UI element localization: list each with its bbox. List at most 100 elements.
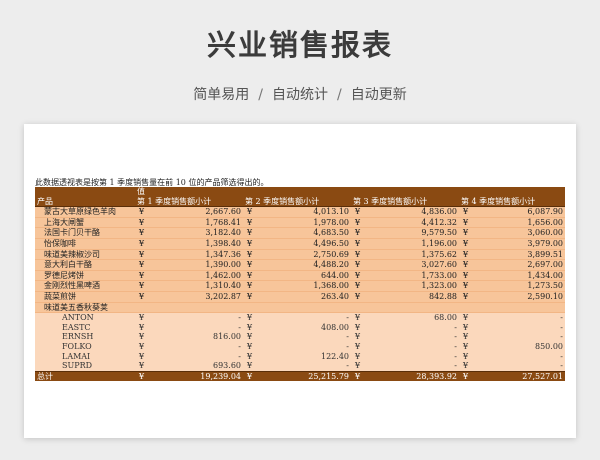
- currency-symbol: ¥: [351, 341, 367, 352]
- total-row: 总计 ¥19,239.04 ¥25,215.79 ¥28,393.92 ¥27,527.…: [35, 370, 565, 382]
- table-row: EASTC ¥ - ¥408.00 ¥ - ¥ -: [35, 322, 565, 333]
- sales-value: 6,087.90: [475, 206, 565, 218]
- currency-symbol: ¥: [243, 280, 259, 292]
- column-header: 第 1 季度销售额小计: [135, 196, 243, 208]
- currency-symbol: ¥: [243, 217, 259, 229]
- currency-symbol: ¥: [351, 351, 367, 362]
- currency-symbol: ¥: [459, 322, 475, 333]
- supplier-name: EASTC: [35, 322, 135, 333]
- sales-value: 693.60: [151, 361, 243, 372]
- sales-value: 1,768.41: [151, 217, 243, 229]
- currency-symbol: ¥: [135, 291, 151, 303]
- sales-value: 1,368.00: [259, 280, 351, 292]
- sales-value: 4,836.00: [367, 206, 459, 218]
- product-name: 蔬菜煎饼: [35, 291, 135, 303]
- currency-symbol: ¥: [351, 361, 367, 372]
- currency-symbol: ¥: [135, 370, 151, 382]
- currency-symbol: ¥: [135, 280, 151, 292]
- currency-symbol: ¥: [135, 361, 151, 372]
- total-value: 19,239.04: [151, 370, 243, 382]
- sales-value: 1,323.00: [367, 280, 459, 292]
- sales-value: -: [475, 312, 565, 323]
- table-row: 怡保咖啡 ¥1,398.40 ¥4,496.50 ¥1,196.00 ¥3,979.00: [35, 238, 565, 250]
- sales-value: 1,273.50: [475, 280, 565, 292]
- sales-value: -: [367, 332, 459, 342]
- currency-symbol: ¥: [351, 259, 367, 271]
- sales-value: 842.88: [367, 291, 459, 303]
- column-header: 第 2 季度销售额小计: [243, 196, 351, 208]
- sales-value: 68.00: [367, 312, 459, 323]
- currency-symbol: ¥: [351, 291, 367, 303]
- table-row: ERNSH ¥816.00 ¥ - ¥ - ¥ -: [35, 332, 565, 342]
- pivot-header-row-values: 值: [35, 187, 565, 197]
- currency-symbol: ¥: [459, 206, 475, 218]
- product-name: 意大利白干酪: [35, 259, 135, 271]
- table-row: 金刚烈性黑啤酒 ¥1,310.40 ¥1,368.00 ¥1,323.00 ¥1,273…: [35, 280, 565, 292]
- column-header: 第 4 季度销售额小计: [459, 196, 565, 208]
- sales-value: 1,398.40: [151, 238, 243, 250]
- table-row: 味道美五香秋葵荚: [35, 302, 565, 314]
- sales-value: 3,027.60: [367, 259, 459, 271]
- sales-value: 2,590.10: [475, 291, 565, 303]
- currency-symbol: ¥: [351, 217, 367, 229]
- sales-value: 4,013.10: [259, 206, 351, 218]
- currency-symbol: ¥: [135, 259, 151, 271]
- column-header: 第 3 季度销售额小计: [351, 196, 459, 208]
- sales-value: -: [475, 361, 565, 372]
- sales-value: 3,899.51: [475, 249, 565, 261]
- product-name: 上海大闸蟹: [35, 217, 135, 229]
- currency-symbol: ¥: [351, 280, 367, 292]
- table-row: FOLKO ¥ - ¥ - ¥ - ¥850.00: [35, 341, 565, 352]
- product-name: 法国卡门贝干酪: [35, 227, 135, 239]
- sales-value: 1,390.00: [151, 259, 243, 271]
- sales-value: -: [151, 312, 243, 323]
- currency-symbol: ¥: [243, 322, 259, 333]
- table-row: 蔬菜煎饼 ¥3,202.87 ¥263.40 ¥842.88 ¥2,590.10: [35, 291, 565, 303]
- sales-value: -: [475, 322, 565, 333]
- currency-symbol: ¥: [243, 206, 259, 218]
- currency-symbol: ¥: [135, 341, 151, 352]
- currency-symbol: ¥: [459, 238, 475, 250]
- table-row: SUPRD ¥693.60 ¥ - ¥ - ¥ -: [35, 361, 565, 372]
- sales-value: 1,462.00: [151, 270, 243, 282]
- supplier-name: SUPRD: [35, 361, 135, 372]
- currency-symbol: ¥: [135, 217, 151, 229]
- sales-value: 1,434.00: [475, 270, 565, 282]
- sales-value: -: [367, 341, 459, 352]
- total-value: 28,393.92: [367, 370, 459, 382]
- currency-symbol: ¥: [135, 270, 151, 282]
- report-subtitle: 简单易用 / 自动统计 / 自动更新: [0, 84, 600, 104]
- currency-symbol: ¥: [243, 259, 259, 271]
- sales-value: -: [151, 322, 243, 333]
- sales-value: 4,412.32: [367, 217, 459, 229]
- currency-symbol: ¥: [243, 238, 259, 250]
- currency-symbol: ¥: [459, 361, 475, 372]
- currency-symbol: ¥: [135, 322, 151, 333]
- currency-symbol: ¥: [459, 227, 475, 239]
- subtitle-item: 简单易用: [193, 87, 250, 103]
- currency-symbol: ¥: [459, 270, 475, 282]
- supplier-name: ANTON: [35, 312, 135, 323]
- currency-symbol: ¥: [459, 259, 475, 271]
- product-name: 味道美辣椒沙司: [35, 249, 135, 261]
- sales-value: 850.00: [475, 341, 565, 352]
- sales-value: -: [367, 351, 459, 362]
- table-row: 上海大闸蟹 ¥1,768.41 ¥1,978.00 ¥4,412.32 ¥1,656.0…: [35, 217, 565, 229]
- table-row: LAMAI ¥ - ¥122.40 ¥ - ¥ -: [35, 351, 565, 362]
- table-row: 蒙古大草原绿色羊肉 ¥2,667.60 ¥4,013.10 ¥4,836.00 ¥6,0…: [35, 206, 565, 218]
- subtitle-item: 自动更新: [350, 87, 407, 103]
- total-value: 27,527.01: [475, 370, 565, 382]
- currency-symbol: ¥: [243, 312, 259, 323]
- sales-value: 263.40: [259, 291, 351, 303]
- sales-value: -: [259, 341, 351, 352]
- currency-symbol: ¥: [459, 280, 475, 292]
- currency-symbol: ¥: [243, 351, 259, 362]
- table-row: 意大利白干酪 ¥1,390.00 ¥4,488.20 ¥3,027.60 ¥2,697.…: [35, 259, 565, 271]
- currency-symbol: ¥: [135, 227, 151, 239]
- currency-symbol: ¥: [243, 291, 259, 303]
- currency-symbol: ¥: [135, 332, 151, 342]
- supplier-name: FOLKO: [35, 341, 135, 352]
- sales-value: 1,347.36: [151, 249, 243, 261]
- currency-symbol: ¥: [459, 351, 475, 362]
- total-value: 25,215.79: [259, 370, 351, 382]
